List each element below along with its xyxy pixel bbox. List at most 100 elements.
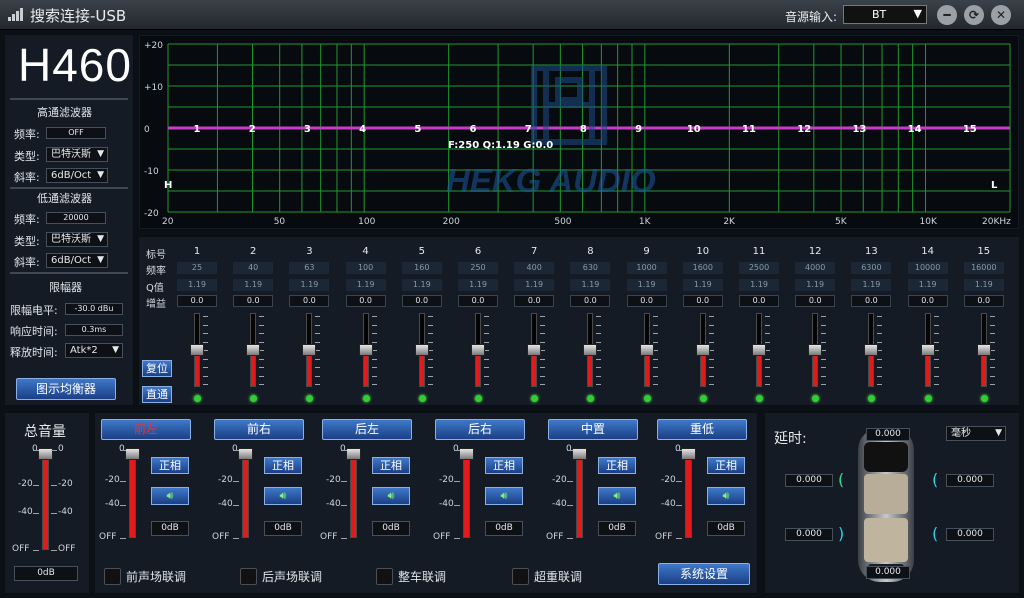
- eq-band-gain-field[interactable]: 0.0: [963, 295, 1004, 307]
- eq-point-label[interactable]: 14: [908, 124, 922, 135]
- channel-phase-button[interactable]: 正相: [372, 457, 410, 474]
- channel-phase-button[interactable]: 正相: [264, 457, 302, 474]
- eq-band-gain-field[interactable]: 0.0: [795, 295, 836, 307]
- delay-bottom-field[interactable]: 0.000: [866, 566, 910, 579]
- eq-band-gain-field[interactable]: 0.0: [570, 295, 611, 307]
- channel-gain-value[interactable]: 0dB: [151, 521, 189, 536]
- eq-band-slider-knob[interactable]: [302, 344, 317, 356]
- limiter-level-field[interactable]: -30.0 dBu: [65, 303, 123, 315]
- eq-band-gain-field[interactable]: 0.0: [907, 295, 948, 307]
- master-volume-fader[interactable]: [42, 450, 49, 550]
- channel-fader-knob[interactable]: [681, 448, 696, 460]
- eq-band-q-field[interactable]: 1.19: [514, 279, 555, 291]
- eq-band-freq-field[interactable]: 400: [514, 262, 555, 274]
- eq-band-gain-field[interactable]: 0.0: [514, 295, 555, 307]
- eq-band-slider-knob[interactable]: [190, 344, 204, 356]
- eq-band-gain-field[interactable]: 0.0: [458, 295, 498, 307]
- channel-fader[interactable]: [463, 450, 470, 538]
- lowpass-type-select[interactable]: 巴特沃斯 ▼: [46, 232, 108, 247]
- eq-band-gain-field[interactable]: 0.0: [289, 295, 330, 307]
- channel-fader[interactable]: [242, 450, 249, 538]
- eq-band-q-field[interactable]: 1.19: [458, 279, 498, 291]
- channel-phase-button[interactable]: 正相: [151, 457, 189, 474]
- eq-band-q-field[interactable]: 1.19: [963, 279, 1004, 291]
- eq-band-gain-field[interactable]: 0.0: [682, 295, 723, 307]
- eq-band-freq-field[interactable]: 1000: [626, 262, 667, 274]
- master-volume-value[interactable]: 0dB: [14, 566, 78, 581]
- eq-band-slider-knob[interactable]: [527, 344, 542, 356]
- eq-bypass-button[interactable]: 直通: [142, 386, 172, 403]
- lowpass-freq-field[interactable]: 20000: [46, 212, 106, 224]
- eq-band-freq-field[interactable]: 40: [233, 262, 274, 274]
- channel-gain-value[interactable]: 0dB: [707, 521, 745, 536]
- eq-point-label[interactable]: 4: [359, 124, 366, 135]
- channel-fader[interactable]: [350, 450, 357, 538]
- eq-band-gain-field[interactable]: 0.0: [177, 295, 217, 307]
- channel-name-button[interactable]: 后右: [435, 419, 525, 440]
- eq-point-label[interactable]: 1: [194, 124, 201, 135]
- eq-band-slider-knob[interactable]: [358, 344, 373, 356]
- channel-name-button[interactable]: 中置: [548, 419, 638, 440]
- link-checkbox[interactable]: [376, 568, 393, 585]
- eq-band-gain-field[interactable]: 0.0: [345, 295, 386, 307]
- channel-gain-value[interactable]: 0dB: [485, 521, 523, 536]
- delay-front-left-field[interactable]: 0.000: [785, 474, 833, 487]
- eq-band-slider-knob[interactable]: [752, 344, 766, 356]
- channel-mute-button[interactable]: 🔊︎: [598, 487, 636, 505]
- limiter-response-field[interactable]: 0.3ms: [65, 324, 123, 336]
- channel-gain-value[interactable]: 0dB: [264, 521, 302, 536]
- eq-band-gain-field[interactable]: 0.0: [851, 295, 892, 307]
- eq-point-label[interactable]: 2: [249, 124, 256, 135]
- eq-band-slider-knob[interactable]: [471, 344, 485, 356]
- eq-band-slider-knob[interactable]: [639, 344, 654, 356]
- system-settings-button[interactable]: 系统设置: [658, 563, 750, 585]
- channel-fader-knob[interactable]: [125, 448, 140, 460]
- eq-band-slider-knob[interactable]: [808, 344, 823, 356]
- channel-gain-value[interactable]: 0dB: [372, 521, 410, 536]
- eq-band-freq-field[interactable]: 4000: [795, 262, 836, 274]
- channel-fader[interactable]: [129, 450, 136, 538]
- channel-mute-button[interactable]: 🔊︎: [707, 487, 745, 505]
- eq-band-slider-knob[interactable]: [695, 344, 710, 356]
- eq-band-freq-field[interactable]: 100: [345, 262, 386, 274]
- delay-unit-select[interactable]: 毫秒 ▼: [946, 426, 1006, 441]
- eq-band-freq-field[interactable]: 10000: [907, 262, 948, 274]
- delay-front-right-field[interactable]: 0.000: [946, 474, 994, 487]
- eq-band-q-field[interactable]: 1.19: [401, 279, 442, 291]
- channel-name-button[interactable]: 重低: [657, 419, 747, 440]
- link-checkbox[interactable]: [240, 568, 257, 585]
- eq-band-q-field[interactable]: 1.19: [626, 279, 667, 291]
- channel-mute-button[interactable]: 🔊︎: [372, 487, 410, 505]
- eq-band-q-field[interactable]: 1.19: [851, 279, 892, 291]
- eq-band-slider-knob[interactable]: [920, 344, 935, 356]
- source-input-select[interactable]: BT ▼: [843, 5, 927, 24]
- highpass-type-select[interactable]: 巴特沃斯 ▼: [46, 147, 108, 162]
- channel-gain-value[interactable]: 0dB: [598, 521, 636, 536]
- limiter-release-select[interactable]: Atk*2 ▼: [65, 343, 123, 358]
- restore-button[interactable]: ⟳: [964, 5, 984, 25]
- lowpass-slope-select[interactable]: 6dB/Oct ▼: [46, 253, 108, 268]
- eq-band-q-field[interactable]: 1.19: [682, 279, 723, 291]
- eq-reset-button[interactable]: 复位: [142, 360, 172, 377]
- eq-point-label[interactable]: 11: [742, 124, 756, 135]
- channel-name-button[interactable]: 前左: [101, 419, 191, 440]
- close-button[interactable]: ✕: [991, 5, 1011, 25]
- eq-point-label[interactable]: 15: [963, 124, 977, 135]
- eq-band-gain-field[interactable]: 0.0: [739, 295, 779, 307]
- eq-band-q-field[interactable]: 1.19: [795, 279, 836, 291]
- eq-band-freq-field[interactable]: 250: [458, 262, 498, 274]
- channel-fader-knob[interactable]: [572, 448, 587, 460]
- minimize-button[interactable]: ━: [937, 5, 957, 25]
- channel-fader-knob[interactable]: [346, 448, 361, 460]
- eq-band-q-field[interactable]: 1.19: [907, 279, 948, 291]
- eq-band-q-field[interactable]: 1.19: [289, 279, 330, 291]
- eq-point-label[interactable]: 13: [852, 124, 866, 135]
- highpass-slope-select[interactable]: 6dB/Oct ▼: [46, 168, 108, 183]
- eq-band-gain-field[interactable]: 0.0: [401, 295, 442, 307]
- eq-point-label[interactable]: 5: [414, 124, 421, 135]
- channel-fader[interactable]: [685, 450, 692, 538]
- delay-rear-left-field[interactable]: 0.000: [785, 528, 833, 541]
- eq-band-q-field[interactable]: 1.19: [233, 279, 274, 291]
- eq-band-freq-field[interactable]: 63: [289, 262, 330, 274]
- eq-point-label[interactable]: 3: [304, 124, 311, 135]
